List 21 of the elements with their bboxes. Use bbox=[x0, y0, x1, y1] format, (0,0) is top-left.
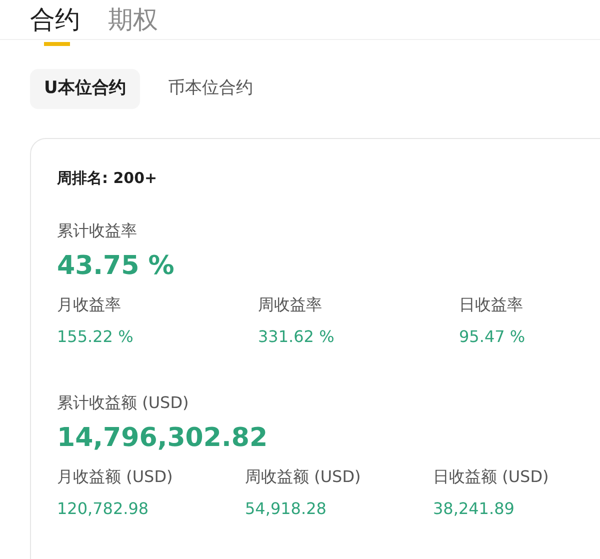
stat-value: 14,796,302.82 bbox=[57, 422, 269, 455]
stat-label: 累计收益率 bbox=[57, 220, 138, 242]
weekly-rank: 周排名: 200+ bbox=[57, 168, 158, 189]
sub-tab[interactable]: 币本位合约 bbox=[154, 69, 267, 109]
stat-value: 95.47 % bbox=[459, 326, 526, 348]
sub-tab[interactable]: U本位合约 bbox=[30, 69, 140, 109]
stat-label: 月收益额 (USD) bbox=[57, 466, 174, 488]
tab[interactable]: 合约 bbox=[30, 0, 80, 49]
stat-value: 120,782.98 bbox=[57, 498, 150, 520]
stat-value: 54,918.28 bbox=[245, 498, 328, 520]
stat-value: 331.62 % bbox=[258, 326, 336, 348]
stat-value: 155.22 % bbox=[57, 326, 134, 348]
stat-label: 日收益率 bbox=[459, 294, 524, 316]
stat-label: 周收益率 bbox=[258, 294, 323, 316]
stat-label: 月收益率 bbox=[57, 294, 122, 316]
stat-label: 日收益额 (USD) bbox=[433, 466, 550, 488]
tab-indicator bbox=[44, 42, 70, 46]
stat-value: 38,241.89 bbox=[433, 498, 516, 520]
stat-label: 周收益额 (USD) bbox=[245, 466, 362, 488]
stat-label: 累计收益额 (USD) bbox=[57, 392, 190, 414]
stat-value: 43.75 % bbox=[57, 250, 176, 283]
